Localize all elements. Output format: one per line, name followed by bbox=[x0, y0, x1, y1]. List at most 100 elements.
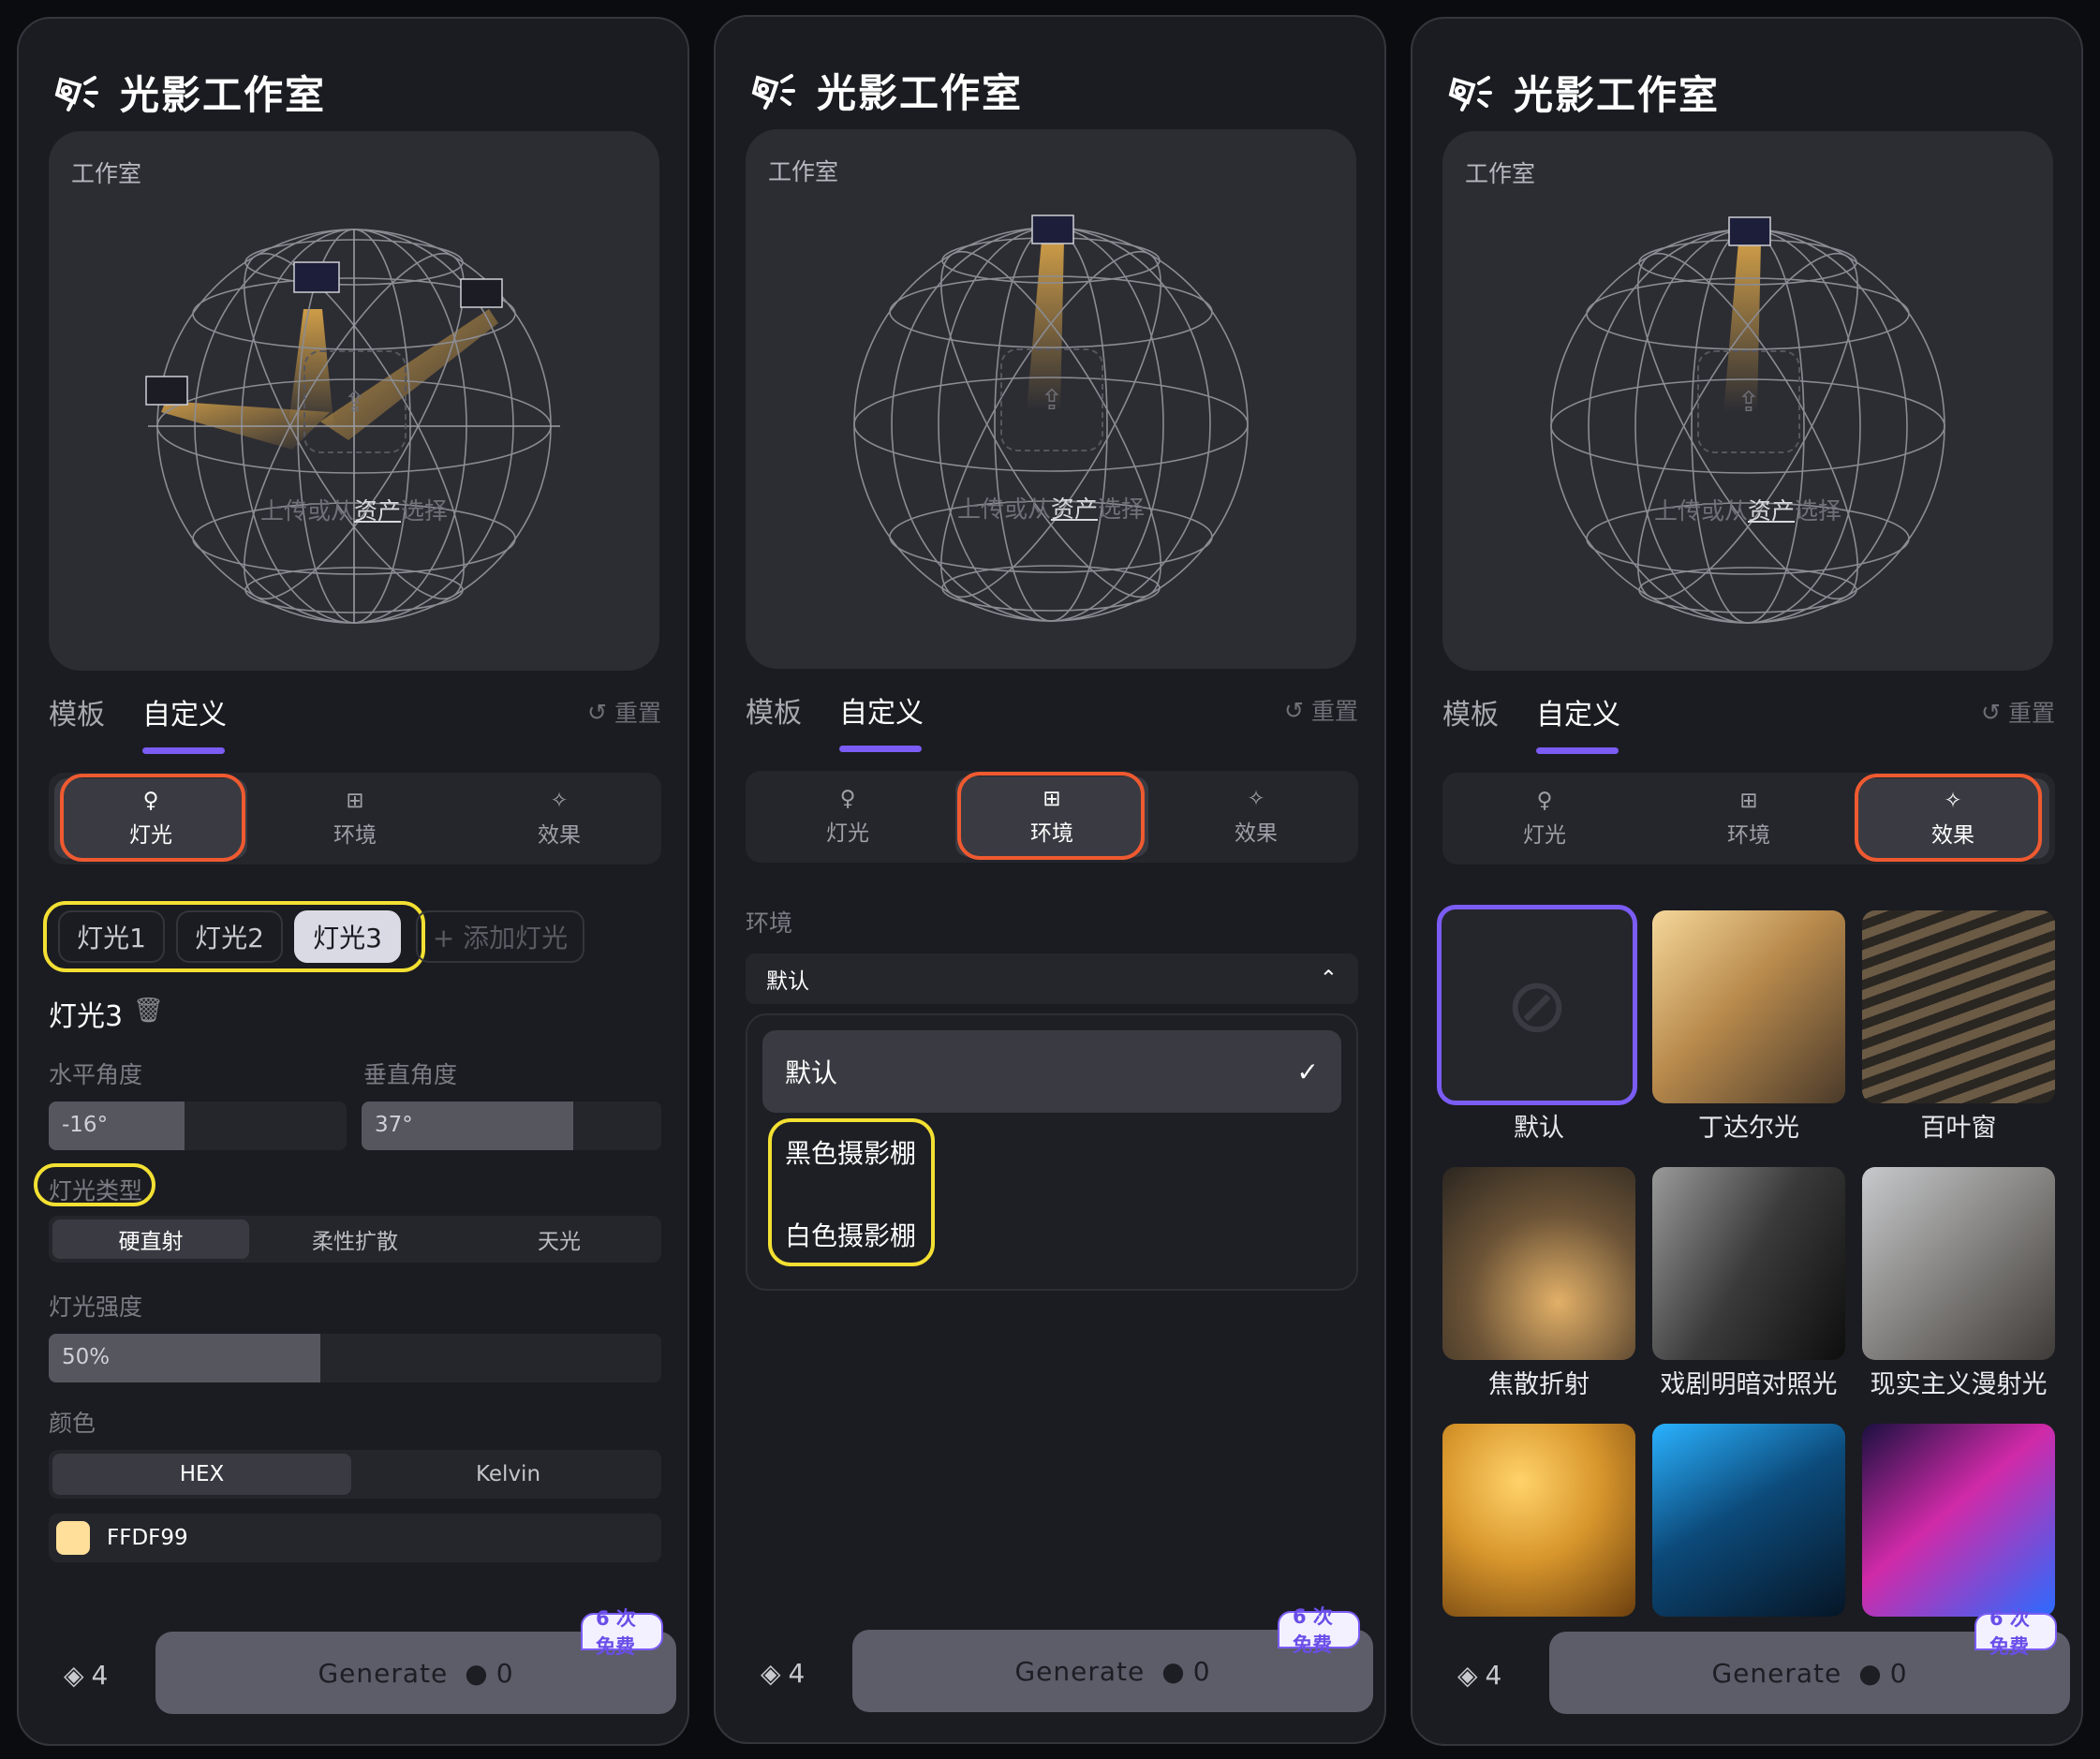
upload-icon[interactable]: ⇪ bbox=[303, 350, 407, 453]
effect-chiaroscuro[interactable]: 戏剧明暗对照光 bbox=[1652, 1167, 1845, 1399]
intensity-slider[interactable]: 50% bbox=[49, 1334, 661, 1382]
reset-button[interactable]: ↺ 重置 bbox=[587, 695, 661, 729]
env-option-black-studio[interactable]: 黑色摄影棚 bbox=[785, 1133, 916, 1171]
tab-template[interactable]: 模板 bbox=[746, 689, 802, 731]
light-chip-3[interactable]: 灯光3 bbox=[294, 910, 401, 963]
vertical-angle-label: 垂直角度 bbox=[363, 1061, 458, 1088]
upload-hint: 上传或从资产选择 bbox=[259, 497, 449, 525]
footer: ◈ 4 Generate ● 0 6 次免费 bbox=[1442, 1607, 2070, 1716]
light-handle-2 bbox=[293, 261, 340, 293]
light-type-label: 灯光类型 bbox=[49, 1177, 143, 1205]
selected-light-title: 灯光3 bbox=[49, 1000, 124, 1033]
spotlight-icon bbox=[1444, 66, 1497, 118]
section-effect[interactable]: ✧ 效果 bbox=[1160, 776, 1353, 857]
env-option-white-studio[interactable]: 白色摄影棚 bbox=[785, 1216, 916, 1253]
effect-galaxy[interactable] bbox=[1862, 1424, 2055, 1617]
tab-custom[interactable]: 自定义 bbox=[142, 691, 227, 732]
env-option-default[interactable]: 默认 ✓ bbox=[762, 1030, 1341, 1113]
horizontal-angle-label: 水平角度 bbox=[49, 1061, 143, 1088]
tab-custom[interactable]: 自定义 bbox=[839, 689, 924, 731]
assets-link[interactable]: 资产 bbox=[1051, 495, 1098, 523]
light-type-sky[interactable]: 天光 bbox=[461, 1219, 658, 1259]
light-handle-3 bbox=[460, 278, 503, 308]
color-swatch[interactable] bbox=[56, 1521, 90, 1555]
section-environment[interactable]: ⊞ 环境 bbox=[955, 776, 1148, 857]
tab-template[interactable]: 模板 bbox=[49, 691, 105, 732]
layers-counter[interactable]: ◈ 4 bbox=[64, 1660, 108, 1691]
grid-icon: ⊞ bbox=[1739, 789, 1758, 813]
spotlight-icon bbox=[51, 66, 103, 118]
panel-header: 光影工作室 bbox=[747, 52, 1023, 127]
upload-icon[interactable]: ⇪ bbox=[1697, 350, 1800, 453]
upload-icon[interactable]: ⇪ bbox=[1000, 348, 1103, 451]
color-mode-kelvin[interactable]: Kelvin bbox=[359, 1454, 658, 1495]
light-handle-top bbox=[1728, 216, 1771, 246]
panel-header: 光影工作室 bbox=[51, 54, 326, 129]
studio-canvas[interactable]: 工作室 ⇪ 上传或从资产选择 bbox=[1442, 131, 2053, 671]
section-switcher: ♀ 灯光 ⊞ 环境 ✧ 效果 bbox=[49, 773, 661, 865]
section-effect[interactable]: ✧ 效果 bbox=[1856, 778, 2049, 859]
section-effect[interactable]: ✧ 效果 bbox=[463, 778, 656, 859]
section-light[interactable]: ♀ 灯光 bbox=[54, 778, 247, 859]
effect-thumb-default: ⊘ bbox=[1437, 905, 1637, 1105]
tab-custom[interactable]: 自定义 bbox=[1536, 691, 1620, 732]
trash-icon[interactable]: 🗑 bbox=[133, 997, 164, 1025]
bulb-icon: ♀ bbox=[142, 789, 159, 813]
color-mode-hex[interactable]: HEX bbox=[52, 1454, 351, 1495]
effect-thumb-galaxy bbox=[1862, 1424, 2055, 1617]
effect-default[interactable]: ⊘ 默认 bbox=[1437, 905, 1637, 1143]
upload-hint: 上传或从资产选择 bbox=[956, 495, 1146, 523]
layers-counter[interactable]: ◈ 4 bbox=[1457, 1660, 1501, 1691]
section-environment[interactable]: ⊞ 环境 bbox=[259, 778, 451, 859]
light-type-selector: 硬直射 柔性扩散 天光 bbox=[49, 1216, 661, 1263]
free-uses-badge: 6 次免费 bbox=[1974, 1607, 2057, 1658]
mode-tabs: 模板 自定义 ↺ 重置 bbox=[1442, 691, 2055, 757]
reset-button[interactable]: ↺ 重置 bbox=[1981, 695, 2055, 729]
layers-icon: ◈ bbox=[1457, 1660, 1478, 1691]
add-light-button[interactable]: + 添加灯光 bbox=[416, 910, 584, 963]
light-chip-1[interactable]: 灯光1 bbox=[58, 910, 165, 963]
section-light[interactable]: ♀ 灯光 bbox=[751, 776, 944, 857]
chevron-up-icon: ⌃ bbox=[1319, 967, 1338, 991]
layers-icon: ◈ bbox=[64, 1660, 84, 1691]
studio-canvas[interactable]: 工作室 ⇪ 上传或从资产选择 bbox=[49, 131, 659, 671]
light-type-soft[interactable]: 柔性扩散 bbox=[257, 1219, 453, 1259]
active-tab-indicator bbox=[1536, 747, 1619, 754]
none-icon: ⊘ bbox=[1505, 961, 1569, 1049]
app-title: 光影工作室 bbox=[817, 69, 1024, 116]
color-hex-field[interactable]: FFDF99 bbox=[49, 1514, 661, 1562]
effect-thumb-blinds bbox=[1862, 910, 2055, 1103]
credit-icon: ● bbox=[1161, 1655, 1186, 1687]
effect-realistic-diffuse[interactable]: 现实主义漫射光 bbox=[1862, 1167, 2055, 1399]
assets-link[interactable]: 资产 bbox=[1748, 497, 1795, 525]
layers-icon: ◈ bbox=[761, 1658, 781, 1689]
bulb-icon: ♀ bbox=[839, 787, 856, 811]
effect-dune-dusk[interactable] bbox=[1442, 1424, 1635, 1617]
section-light[interactable]: ♀ 灯光 bbox=[1448, 778, 1641, 859]
mode-tabs: 模板 自定义 ↺ 重置 bbox=[746, 689, 1358, 755]
layers-counter[interactable]: ◈ 4 bbox=[761, 1658, 805, 1689]
horizontal-angle-slider[interactable]: -16° bbox=[49, 1101, 347, 1150]
footer: ◈ 4 Generate ● 0 6 次免费 bbox=[49, 1607, 676, 1716]
section-environment[interactable]: ⊞ 环境 bbox=[1652, 778, 1845, 859]
light-chip-2[interactable]: 灯光2 bbox=[176, 910, 283, 963]
upload-hint: 上传或从资产选择 bbox=[1653, 497, 1842, 525]
tab-template[interactable]: 模板 bbox=[1442, 691, 1499, 732]
vertical-angle-slider[interactable]: 37° bbox=[362, 1101, 661, 1150]
effect-blinds[interactable]: 百叶窗 bbox=[1862, 910, 2055, 1143]
reset-button[interactable]: ↺ 重置 bbox=[1284, 693, 1358, 727]
light-type-hard[interactable]: 硬直射 bbox=[52, 1219, 249, 1259]
effect-neon[interactable] bbox=[1652, 1424, 1845, 1617]
environment-options: 默认 ✓ 黑色摄影棚 白色摄影棚 bbox=[746, 1013, 1358, 1291]
light-studio-panel-effect: 光影工作室 工作室 ⇪ 上传或从资产选择 模板 自定义 ↺ 重置 ♀ 灯光 ⊞ 环境 … bbox=[1411, 17, 2083, 1746]
sparkle-icon: ✧ bbox=[1247, 787, 1265, 811]
effect-tyndall[interactable]: 丁达尔光 bbox=[1652, 910, 1845, 1143]
effect-caustics[interactable]: 焦散折射 bbox=[1442, 1167, 1635, 1399]
hex-value: FFDF99 bbox=[107, 1526, 188, 1550]
environment-label: 环境 bbox=[746, 909, 793, 937]
studio-canvas[interactable]: 工作室 ⇪ 上传或从资产选择 bbox=[746, 129, 1356, 669]
effect-thumb-dune-dusk bbox=[1442, 1424, 1635, 1617]
environment-dropdown[interactable]: 默认 ⌃ bbox=[746, 953, 1358, 1004]
assets-link[interactable]: 资产 bbox=[354, 497, 401, 525]
section-switcher: ♀ 灯光 ⊞ 环境 ✧ 效果 bbox=[746, 771, 1358, 863]
